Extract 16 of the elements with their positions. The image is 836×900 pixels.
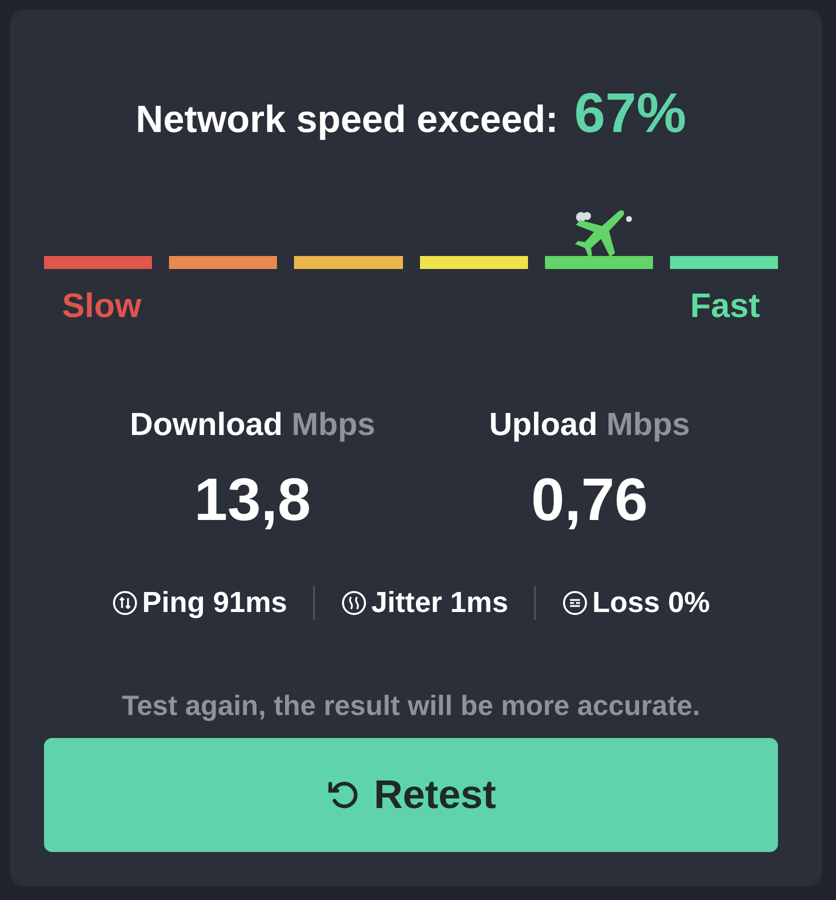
- hint-text: Test again, the result will be more accurate.: [120, 690, 702, 722]
- stat-value: 13,8: [194, 465, 311, 534]
- stat-label: Upload Mbps: [489, 406, 690, 443]
- fast-label: Fast: [690, 287, 760, 326]
- loss-icon: [562, 590, 588, 616]
- stat-label: Download Mbps: [130, 406, 376, 443]
- metric-text: Ping 91ms: [142, 586, 288, 620]
- ping-icon: [112, 590, 138, 616]
- percent-value: 67%: [574, 80, 686, 145]
- title: Network speed exceed:: [136, 99, 558, 142]
- slow-label: Slow: [62, 287, 142, 326]
- metric-text: Loss 0%: [592, 586, 710, 620]
- stat-value: 0,76: [531, 465, 648, 534]
- metric-text: Jitter 1ms: [371, 586, 508, 620]
- retest-button[interactable]: Retest: [44, 738, 778, 852]
- jitter-icon: [341, 590, 368, 616]
